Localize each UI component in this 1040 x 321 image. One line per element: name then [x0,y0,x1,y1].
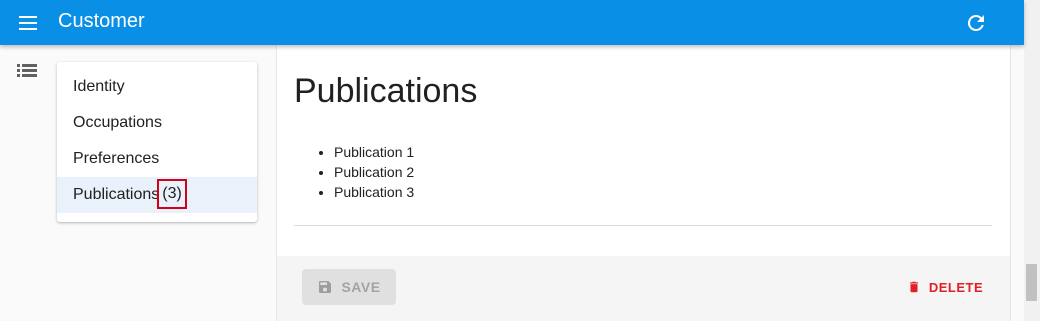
nav-item-label: Publications [73,186,160,203]
section-nav: Identity Occupations Preferences Publica… [57,62,257,222]
list-item: Publication 1 [334,142,414,162]
save-icon [319,281,332,293]
nav-item-label: Preferences [73,150,160,167]
nav-item-identity[interactable]: Identity [57,69,257,105]
delete-label: DELETE [928,279,984,295]
publication-list: Publication 1 Publication 2 Publication … [294,142,414,202]
list-item: Publication 2 [334,162,414,182]
divider [294,225,992,226]
save-button[interactable]: SAVE [302,269,396,305]
trash-icon [909,281,918,293]
menu-icon[interactable] [18,13,40,33]
nav-item-label: Identity [73,78,125,95]
app-title: Customer [58,10,145,32]
app-bar: Customer [0,0,1024,45]
nav-item-preferences[interactable]: Preferences [57,141,257,177]
nav-item-label: Occupations [73,114,162,131]
form-toolbar: SAVE DELETE [277,256,1010,321]
main-panel: Publications Publication 1 Publication 2… [276,45,1011,321]
page-title: Publications [294,72,478,110]
list-item: Publication 3 [334,182,414,202]
delete-button[interactable]: DELETE [897,269,993,305]
nav-item-publications[interactable]: Publications (3) [57,177,257,213]
save-label: SAVE [341,279,381,295]
refresh-icon[interactable] [964,11,988,35]
publications-count-badge: (3) [157,178,187,209]
scrollbar-thumb[interactable] [1026,264,1037,301]
list-view-icon[interactable] [17,64,37,80]
nav-item-occupations[interactable]: Occupations [57,105,257,141]
